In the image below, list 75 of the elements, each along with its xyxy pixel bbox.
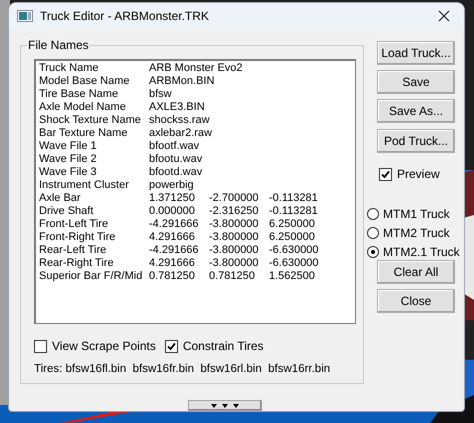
field-value: bfootd.wav [149,166,204,179]
radio-button[interactable] [367,208,379,220]
field-label: Bar Texture Name [39,127,128,140]
dialog-button[interactable]: Clear All [377,260,455,284]
field-value: bfsw [149,88,173,101]
field-value: powerbig [149,179,195,192]
field-value: 0.781250 [209,270,256,283]
field-value: -2.316250 [209,205,260,218]
field-label: Wave File 1 [39,140,98,153]
tires-text: Tires: bfsw16fl.bin bfsw16fr.bin bfsw16rl.bin bfsw16rr.bin [34,362,332,377]
field-value: 0.781250 [149,270,196,283]
check-icon [381,170,390,178]
triangles-icon [210,404,238,408]
group-label: File Names [27,38,90,52]
field-label: Rear-Right Tire [39,257,115,270]
checkbox-label: View Scrape Points [52,338,156,355]
checkbox-label: Preview [397,166,440,183]
field-value: -3.800000 [209,244,260,257]
field-label: Wave File 3 [39,166,98,179]
field-value: ARB Monster Evo2 [149,62,244,75]
close-icon[interactable] [438,10,450,22]
field-value: 1.562500 [269,270,316,283]
field-value: -4.291666 [149,244,200,257]
field-value: -2.700000 [209,192,260,205]
field-value: 0.000000 [149,205,196,218]
field-label: Tire Base Name [39,88,120,101]
radio-label: MTM1 Truck [383,206,450,222]
field-label: Wave File 2 [39,153,98,166]
field-label: Model Base Name [39,75,130,88]
field-value: -3.800000 [209,257,260,270]
expand-button[interactable] [188,400,262,411]
field-label: Rear-Left Tire [39,244,108,257]
checkbox[interactable] [164,340,178,352]
field-value: bfootf.wav [149,140,200,153]
field-value: -4.291666 [149,218,200,231]
dialog-button[interactable]: Save [377,70,455,94]
checkbox[interactable] [34,340,47,352]
field-value: 4.291666 [149,257,196,270]
field-label: Axle Bar [39,192,82,205]
field-label: Shock Texture Name [39,114,142,127]
dialog-button[interactable]: Load Truck... [377,41,455,65]
app-icon [17,10,33,22]
field-value: 6.250000 [269,218,316,231]
field-value: shockss.raw [149,114,211,127]
checkbox-label: Constrain Tires [182,338,264,355]
field-value: AXLE3.BIN [149,101,206,114]
field-value: -6.630000 [269,257,320,270]
field-value: axlebar2.raw [149,127,213,140]
window-title: Truck Editor - ARBMonster.TRK [40,8,210,25]
field-value: -3.800000 [209,231,260,244]
field-label: Front-Left Tire [39,218,110,231]
field-label: Superior Bar F/R/Mid [39,270,144,283]
field-value: -3.800000 [209,218,260,231]
check-icon [166,342,176,350]
radio-button[interactable] [367,246,379,258]
field-value: -6.630000 [269,244,320,257]
field-label: Axle Model Name [39,101,127,114]
radio-label: MTM2.1 Truck [383,244,460,260]
field-value: -0.113281 [269,205,319,218]
radio-button[interactable] [367,226,379,238]
field-label: Drive Shaft [39,205,94,218]
checkbox[interactable] [379,168,392,180]
field-value: ARBMon.BIN [149,75,216,88]
dialog-button[interactable]: Close [377,289,455,313]
field-label: Truck Name [39,62,100,75]
dialog-button[interactable]: Pod Truck... [377,129,455,153]
field-value: bfootu.wav [149,153,204,166]
radio-label: MTM2 Truck [383,224,450,242]
dialog-button[interactable]: Save As... [377,99,455,123]
field-value: 4.291666 [149,231,196,244]
field-value: 6.250000 [269,231,316,244]
field-label: Front-Right Tire [39,231,116,244]
field-value: -0.113281 [269,192,319,205]
field-value: 1.371250 [149,192,196,205]
field-label: Instrument Cluster [39,179,130,192]
